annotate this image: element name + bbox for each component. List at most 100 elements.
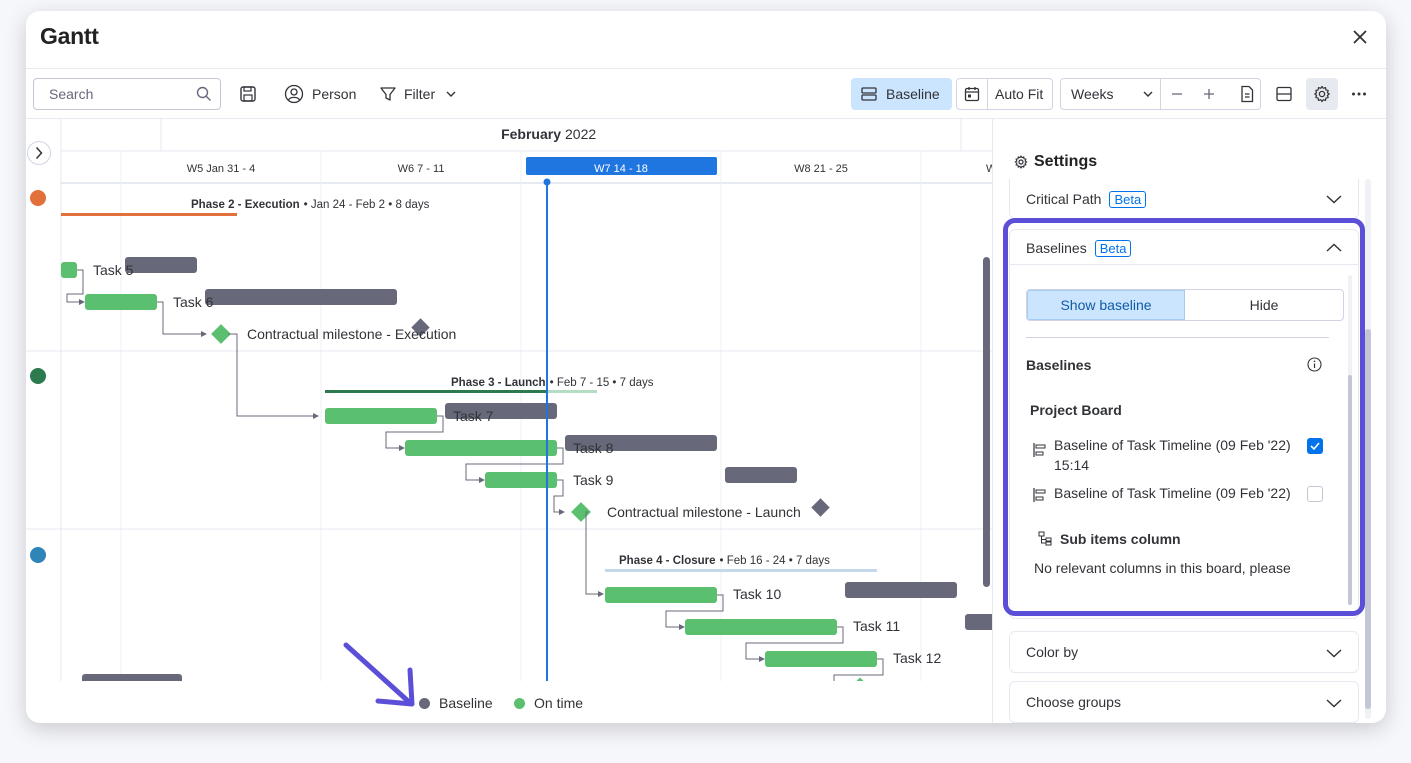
baseline-bar	[125, 257, 197, 273]
gantt-chart: February 2022 W5 Jan 31 - 4 W6 7 - 11 W7…	[26, 119, 992, 723]
expand-rail-button[interactable]	[27, 141, 51, 165]
more-options-icon[interactable]	[1343, 78, 1375, 110]
task-label: Task 8	[573, 440, 614, 456]
search-input[interactable]	[49, 86, 189, 102]
task-bar[interactable]	[685, 619, 837, 635]
task-label: Task 9	[573, 472, 614, 488]
color-by-title: Color by	[1026, 644, 1079, 660]
color-by-section[interactable]: Color by	[1009, 631, 1359, 673]
settings-panel: Settings Critical Path Beta Baselines Beta…	[992, 119, 1386, 723]
task-label: Task 5	[93, 262, 134, 278]
legend-on-time: On time	[514, 695, 583, 711]
zoom-in-button[interactable]	[1193, 79, 1225, 109]
week-label-current: W7 14 - 18	[594, 163, 648, 175]
baseline-checkbox[interactable]	[1307, 486, 1323, 502]
save-icon[interactable]	[232, 78, 264, 110]
chart-scrollbar[interactable]	[983, 257, 990, 587]
task-bar[interactable]	[405, 440, 557, 456]
beta-badge: Beta	[1094, 240, 1132, 257]
task-label: Task 10	[733, 586, 781, 602]
settings-gear-icon[interactable]	[1306, 78, 1338, 110]
filter-button[interactable]: Filter	[379, 78, 457, 110]
info-icon[interactable]	[1307, 357, 1322, 372]
choose-groups-title: Choose groups	[1026, 694, 1121, 710]
on-time-dot-icon	[514, 697, 525, 709]
beta-badge: Beta	[1109, 191, 1147, 208]
plus-icon	[1204, 89, 1214, 99]
chevron-up-icon[interactable]	[1326, 242, 1342, 254]
phase-bar	[61, 213, 237, 216]
group-color-dot[interactable]	[30, 368, 46, 384]
settings-scrollbar[interactable]	[1365, 179, 1371, 719]
inner-scrollbar[interactable]	[1348, 275, 1352, 605]
baseline-checkbox-checked[interactable]	[1307, 438, 1323, 454]
baseline-bar	[965, 614, 992, 630]
task-bar[interactable]	[765, 651, 877, 667]
hide-baseline-button[interactable]: Hide	[1185, 290, 1343, 320]
task-bar[interactable]	[605, 587, 717, 603]
baselines-heading: Baselines	[1026, 357, 1092, 373]
sub-items-icon	[1038, 531, 1052, 546]
calendar-icon[interactable]	[957, 79, 988, 109]
sub-items-label: Sub items column	[1060, 531, 1181, 547]
baselines-section: Baselines Beta Show baseline Hide Baselin…	[1009, 229, 1359, 619]
task-label: Task 7	[453, 408, 494, 424]
zoom-value: Weeks	[1071, 86, 1114, 102]
baselines-section-title[interactable]: Baselines Beta	[1026, 240, 1132, 257]
task-label: Task 6	[173, 294, 214, 310]
baseline-list-icon	[1033, 488, 1046, 502]
task-label: Contractual milestone - Execution	[247, 326, 456, 342]
person-label: Person	[312, 86, 357, 102]
split-view-icon[interactable]	[1268, 78, 1300, 110]
chevron-down-icon	[1326, 195, 1342, 204]
baseline-toggle: Show baseline Hide	[1026, 289, 1344, 321]
baseline-bar	[725, 467, 797, 483]
phase-label: Phase 3 - Launch • Feb 7 - 15 • 7 days	[451, 377, 654, 389]
export-icon[interactable]	[1231, 78, 1263, 110]
baseline-label: Baseline	[886, 86, 940, 102]
critical-path-section[interactable]: Critical Path Beta	[1009, 179, 1359, 219]
baseline-button[interactable]: Baseline	[851, 78, 952, 110]
check-icon	[1310, 442, 1320, 451]
baseline-bar	[205, 289, 397, 305]
phase-label: Phase 2 - Execution • Jan 24 - Feb 2 • 8 …	[191, 199, 430, 211]
search-box[interactable]	[33, 78, 221, 110]
auto-fit-button[interactable]: Auto Fit	[995, 86, 1043, 102]
close-icon[interactable]	[1350, 27, 1370, 47]
week-label: W8 21 - 25	[794, 163, 848, 175]
milestone-diamond[interactable]	[211, 324, 231, 344]
task-bar[interactable]	[325, 408, 437, 424]
show-baseline-button[interactable]: Show baseline	[1027, 290, 1185, 320]
person-filter-button[interactable]: Person	[284, 78, 356, 110]
filter-icon	[380, 87, 396, 101]
chevron-down-icon	[1326, 699, 1342, 708]
legend-baseline-label: Baseline	[439, 695, 493, 711]
minus-icon	[1172, 93, 1182, 95]
toolbar: Person Filter Baseline Auto Fit Weeks	[26, 69, 1386, 119]
task-bar[interactable]	[61, 262, 77, 278]
baseline-item-label: Baseline of Task Timeline (09 Feb '22)	[1054, 485, 1291, 501]
task-label: Contractual milestone - Launch	[607, 504, 801, 520]
zoom-select[interactable]: Weeks	[1061, 79, 1161, 109]
title-bar: Gantt	[26, 11, 1386, 69]
baseline-bar	[845, 582, 957, 598]
choose-groups-section[interactable]: Choose groups	[1009, 681, 1359, 723]
group-color-dot[interactable]	[30, 190, 46, 206]
task-bar[interactable]	[85, 294, 157, 310]
chevron-down-icon	[1143, 91, 1153, 97]
baseline-item[interactable]: Baseline of Task Timeline (09 Feb '22) 1…	[1030, 435, 1340, 475]
baseline-milestone	[811, 498, 830, 517]
board-name: Project Board	[1030, 402, 1122, 418]
gantt-window: Gantt Person Filter Baseline	[26, 11, 1386, 723]
baseline-item[interactable]: Baseline of Task Timeline (09 Feb '22)	[1030, 483, 1340, 507]
week-label: W6 7 - 11	[398, 163, 445, 175]
sub-items-note: No relevant columns in this board, pleas…	[1034, 560, 1291, 576]
chevron-down-icon	[446, 91, 456, 97]
legend-on-time-label: On time	[534, 695, 584, 711]
phase-label: Phase 4 - Closure • Feb 16 - 24 • 7 days	[619, 555, 830, 567]
zoom-out-button[interactable]	[1161, 79, 1193, 109]
gear-icon	[1014, 155, 1028, 169]
annotation-arrow-icon	[343, 642, 415, 707]
critical-path-title: Critical Path Beta	[1026, 191, 1147, 208]
group-color-dot[interactable]	[30, 547, 46, 563]
